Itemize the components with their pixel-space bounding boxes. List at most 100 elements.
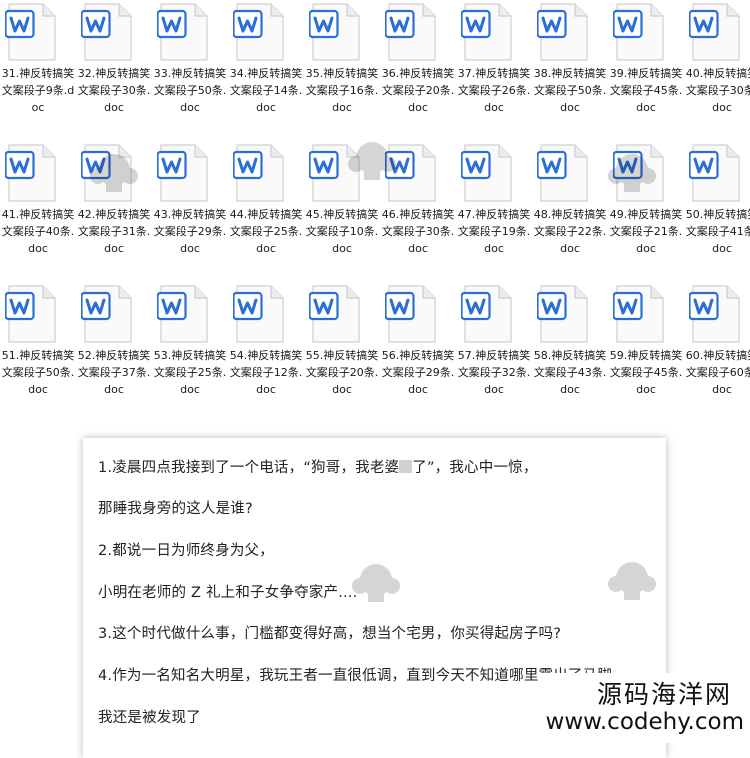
file-item[interactable]: 52.神反转搞笑文案段子37条.doc <box>76 285 152 425</box>
file-item[interactable]: 45.神反转搞笑文案段子10条.doc <box>304 144 380 284</box>
file-item[interactable]: 50.神反转搞笑文案段子41条.doc <box>684 144 750 284</box>
file-name: 32.神反转搞笑文案段子30条.doc <box>77 67 151 114</box>
file-item[interactable]: 36.神反转搞笑文案段子20条.doc <box>380 3 456 143</box>
file-name: 31.神反转搞笑文案段子9条.doc <box>1 67 75 114</box>
file-item[interactable]: 39.神反转搞笑文案段子45条.doc <box>608 3 684 143</box>
file-item[interactable]: 40.神反转搞笑文案段子30条.doc <box>684 3 750 143</box>
file-name: 47.神反转搞笑文案段子19条.doc <box>457 208 531 255</box>
word-document-icon <box>613 3 664 61</box>
word-document-icon <box>81 3 132 61</box>
file-item[interactable]: 43.神反转搞笑文案段子29条.doc <box>152 144 228 284</box>
redaction-mark <box>399 460 413 473</box>
file-item[interactable]: 47.神反转搞笑文案段子19条.doc <box>456 144 532 284</box>
preview-line-1-suffix: 了”，我心中一惊， <box>412 460 538 476</box>
file-name: 60.神反转搞笑文案段子60条.doc <box>685 349 750 396</box>
file-name: 44.神反转搞笑文案段子25条.doc <box>229 208 303 255</box>
file-item[interactable]: 58.神反转搞笑文案段子43条.doc <box>532 285 608 425</box>
file-name: 56.神反转搞笑文案段子29条.doc <box>381 349 455 396</box>
word-document-icon <box>5 3 56 61</box>
file-name: 49.神反转搞笑文案段子21条.doc <box>609 208 683 255</box>
file-name: 36.神反转搞笑文案段子20条.doc <box>381 67 455 114</box>
file-item[interactable]: 42.神反转搞笑文案段子31条.doc <box>76 144 152 284</box>
file-name: 43.神反转搞笑文案段子29条.doc <box>153 208 227 255</box>
file-item[interactable]: 49.神反转搞笑文案段子21条.doc <box>608 144 684 284</box>
file-item[interactable]: 38.神反转搞笑文案段子50条.doc <box>532 3 608 143</box>
word-document-icon <box>537 3 588 61</box>
preview-line-4: 小明在老师的 Z 礼上和子女争夺家产.... <box>98 585 358 601</box>
word-document-icon <box>689 3 740 61</box>
word-document-icon <box>5 144 56 202</box>
file-name: 57.神反转搞笑文案段子32条.doc <box>457 349 531 396</box>
file-name: 42.神反转搞笑文案段子31条.doc <box>77 208 151 255</box>
word-document-icon <box>233 144 284 202</box>
file-item[interactable]: 59.神反转搞笑文案段子45条.doc <box>608 285 684 425</box>
word-document-icon <box>689 285 740 343</box>
word-document-icon <box>385 144 436 202</box>
file-item[interactable]: 33.神反转搞笑文案段子50条.doc <box>152 3 228 143</box>
word-document-icon <box>309 285 360 343</box>
file-name: 52.神反转搞笑文案段子37条.doc <box>77 349 151 396</box>
word-document-icon <box>81 144 132 202</box>
file-item[interactable]: 56.神反转搞笑文案段子29条.doc <box>380 285 456 425</box>
preview-line-1-text: 1.凌晨四点我接到了一个电话，“狗哥，我老婆 <box>98 460 400 476</box>
word-document-icon <box>233 3 284 61</box>
word-document-icon <box>613 285 664 343</box>
word-document-icon <box>309 144 360 202</box>
file-name: 45.神反转搞笑文案段子10条.doc <box>305 208 379 255</box>
file-item[interactable]: 37.神反转搞笑文案段子26条.doc <box>456 3 532 143</box>
file-item[interactable]: 60.神反转搞笑文案段子60条.doc <box>684 285 750 425</box>
word-document-icon <box>233 285 284 343</box>
file-name: 51.神反转搞笑文案段子50条.doc <box>1 349 75 396</box>
file-item[interactable]: 53.神反转搞笑文案段子25条.doc <box>152 285 228 425</box>
file-name: 34.神反转搞笑文案段子14条.doc <box>229 67 303 114</box>
file-name: 50.神反转搞笑文案段子41条.doc <box>685 208 750 255</box>
preview-line-7: 我还是被发现了 <box>98 710 201 726</box>
word-document-icon <box>461 144 512 202</box>
file-name: 41.神反转搞笑文案段子40条.doc <box>1 208 75 255</box>
word-document-icon <box>385 285 436 343</box>
preview-line-2: 那睡我身旁的这人是谁? <box>98 501 253 517</box>
file-name: 54.神反转搞笑文案段子12条.doc <box>229 349 303 396</box>
file-item[interactable]: 35.神反转搞笑文案段子16条.doc <box>304 3 380 143</box>
preview-line-5: 3.这个时代做什么事，门槛都变得好高，想当个宅男，你买得起房子吗? <box>98 626 562 642</box>
file-name: 37.神反转搞笑文案段子26条.doc <box>457 67 531 114</box>
word-document-icon <box>537 144 588 202</box>
word-document-icon <box>385 3 436 61</box>
file-item[interactable]: 54.神反转搞笑文案段子12条.doc <box>228 285 304 425</box>
file-item[interactable]: 41.神反转搞笑文案段子40条.doc <box>0 144 76 284</box>
file-item[interactable]: 51.神反转搞笑文案段子50条.doc <box>0 285 76 425</box>
word-document-icon <box>5 285 56 343</box>
file-item[interactable]: 32.神反转搞笑文案段子30条.doc <box>76 3 152 143</box>
file-name: 53.神反转搞笑文案段子25条.doc <box>153 349 227 396</box>
word-document-icon <box>157 3 208 61</box>
file-item[interactable]: 31.神反转搞笑文案段子9条.doc <box>0 3 76 143</box>
file-name: 48.神反转搞笑文案段子22条.doc <box>533 208 607 255</box>
word-document-icon <box>613 144 664 202</box>
file-name: 46.神反转搞笑文案段子30条.doc <box>381 208 455 255</box>
file-name: 59.神反转搞笑文案段子45条.doc <box>609 349 683 396</box>
file-item[interactable]: 44.神反转搞笑文案段子25条.doc <box>228 144 304 284</box>
file-item[interactable]: 48.神反转搞笑文案段子22条.doc <box>532 144 608 284</box>
preview-line-3: 2.都说一日为师终身为父， <box>98 543 274 559</box>
word-document-icon <box>81 285 132 343</box>
brand-url: www.codehy.com <box>545 709 744 735</box>
word-document-icon <box>461 285 512 343</box>
file-name: 55.神反转搞笑文案段子20条.doc <box>305 349 379 396</box>
preview-line-1: 1.凌晨四点我接到了一个电话，“狗哥，我老婆 了”，我心中一惊， <box>98 456 538 477</box>
word-document-icon <box>157 285 208 343</box>
brand-name: 源码海洋网 <box>596 680 732 709</box>
file-name: 35.神反转搞笑文案段子16条.doc <box>305 67 379 114</box>
word-document-icon <box>309 3 360 61</box>
file-name: 39.神反转搞笑文案段子45条.doc <box>609 67 683 114</box>
word-document-icon <box>537 285 588 343</box>
word-document-icon <box>461 3 512 61</box>
file-name: 38.神反转搞笑文案段子50条.doc <box>533 67 607 114</box>
file-item[interactable]: 55.神反转搞笑文案段子20条.doc <box>304 285 380 425</box>
file-name: 33.神反转搞笑文案段子50条.doc <box>153 67 227 114</box>
file-item[interactable]: 57.神反转搞笑文案段子32条.doc <box>456 285 532 425</box>
file-name: 58.神反转搞笑文案段子43条.doc <box>533 349 607 396</box>
word-document-icon <box>157 144 208 202</box>
file-item[interactable]: 46.神反转搞笑文案段子30条.doc <box>380 144 456 284</box>
file-item[interactable]: 34.神反转搞笑文案段子14条.doc <box>228 3 304 143</box>
site-brand-watermark: 源码海洋网 www.codehy.com <box>538 673 750 743</box>
